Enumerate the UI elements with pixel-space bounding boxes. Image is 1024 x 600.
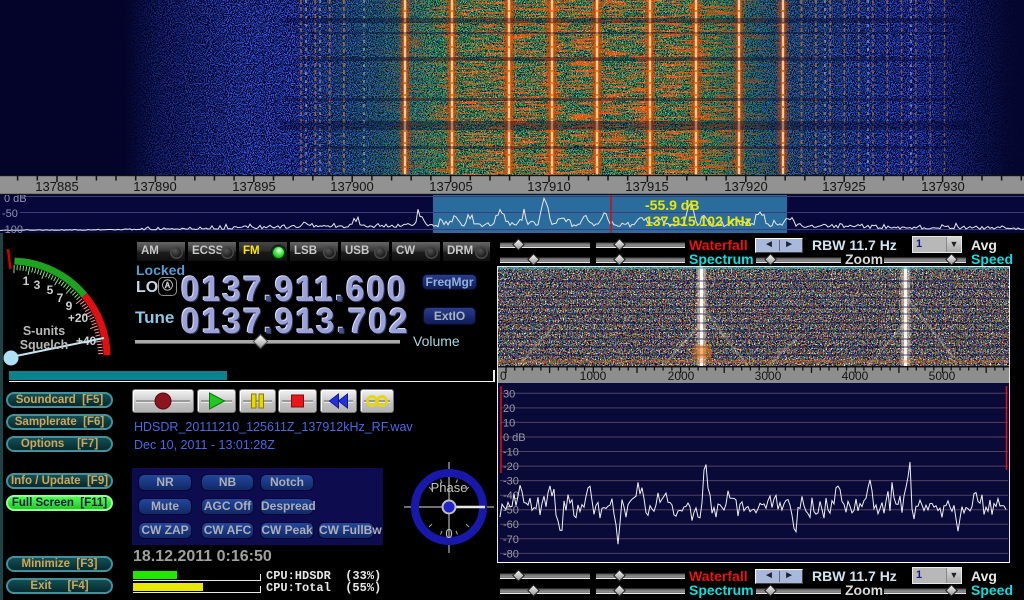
svg-text:137910: 137910 bbox=[527, 179, 570, 194]
svg-text:Phase: Phase bbox=[431, 480, 468, 495]
svg-text:0 dB: 0 dB bbox=[4, 195, 27, 205]
svg-text:Squelch: Squelch bbox=[20, 338, 69, 352]
svg-text:137.915.102 kHz: 137.915.102 kHz bbox=[645, 213, 752, 229]
svg-text:5: 5 bbox=[47, 283, 54, 297]
svg-text:137890: 137890 bbox=[133, 179, 176, 194]
svg-text:137900: 137900 bbox=[330, 179, 373, 194]
svg-text:-55.9 dB: -55.9 dB bbox=[645, 197, 699, 213]
svg-text:137925: 137925 bbox=[822, 179, 865, 194]
svg-text:S-units: S-units bbox=[23, 324, 65, 338]
svg-text:137920: 137920 bbox=[724, 179, 767, 194]
svg-text:137895: 137895 bbox=[232, 179, 275, 194]
svg-text:137930: 137930 bbox=[921, 179, 964, 194]
svg-text:137905: 137905 bbox=[429, 179, 472, 194]
svg-text:1: 1 bbox=[23, 274, 30, 288]
svg-text:-50: -50 bbox=[2, 208, 18, 220]
svg-text:0: 0 bbox=[445, 526, 452, 541]
svg-text:-100: -100 bbox=[1, 224, 23, 233]
svg-text:137885: 137885 bbox=[35, 179, 78, 194]
svg-text:7: 7 bbox=[57, 291, 64, 305]
svg-text:+20: +20 bbox=[68, 311, 89, 325]
svg-text:137915: 137915 bbox=[625, 179, 668, 194]
svg-text:3: 3 bbox=[34, 278, 41, 292]
